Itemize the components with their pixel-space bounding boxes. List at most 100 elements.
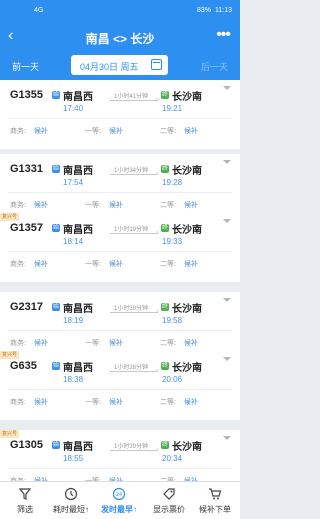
seat-availability: 候补 — [33, 128, 48, 135]
expand-icon[interactable] — [223, 219, 231, 223]
departure-station: 南昌西 — [63, 304, 93, 315]
end-station-icon: 终 — [161, 441, 169, 449]
seat-class-name: 二等: — [160, 128, 176, 135]
expand-icon[interactable] — [223, 298, 231, 302]
signal-indicator: 4G — [34, 7, 44, 14]
expand-icon[interactable] — [223, 357, 231, 361]
seat-class-name: 一等: — [85, 340, 101, 347]
departure-time: 18:38 — [63, 375, 84, 384]
tab-cart[interactable]: 候补下单 — [192, 482, 238, 519]
fuxing-tag: 复兴号 — [0, 430, 20, 438]
seat-class[interactable]: 商务: 候补 — [10, 397, 48, 407]
calendar-icon: 24 — [96, 487, 142, 501]
tab-calendar[interactable]: 24 发时最早↑ — [96, 482, 142, 519]
seat-class-name: 商务: — [10, 340, 26, 347]
seat-class[interactable]: 一等: 候补 — [85, 126, 123, 136]
tab-filter[interactable]: 筛选 — [2, 482, 48, 519]
departure-time: 18:19 — [63, 316, 84, 325]
arrival-time: 19:28 — [162, 178, 183, 187]
seat-availability: 候补 — [33, 399, 48, 406]
seat-availability: 候补 — [183, 399, 198, 406]
seat-class-name: 一等: — [85, 261, 101, 268]
train-number: G1355 — [10, 89, 44, 101]
divider — [8, 389, 232, 390]
tab-price-tag[interactable]: 显示票价 — [146, 482, 192, 519]
seat-class[interactable]: 商务: 候补 — [10, 200, 48, 210]
seat-class[interactable]: 二等: 候补 — [160, 200, 198, 210]
start-station-icon: 始 — [52, 441, 60, 449]
seat-class[interactable]: 一等: 候补 — [85, 259, 123, 269]
travel-duration: 1小时28分钟 — [114, 365, 149, 371]
end-station-icon: 终 — [161, 91, 169, 99]
train-number: G1305 — [10, 439, 44, 451]
departure-time: 18:14 — [63, 237, 84, 246]
seat-availability: 候补 — [108, 202, 123, 209]
train-card[interactable]: 复兴号 G1357 始 南昌西 1小时19分钟 终 长沙南 18:14 19:33… — [0, 213, 240, 282]
end-station-icon: 终 — [161, 362, 169, 370]
seat-class[interactable]: 一等: 候补 — [85, 397, 123, 407]
seat-class[interactable]: 商务: 候补 — [10, 338, 48, 348]
start-station-icon: 始 — [52, 362, 60, 370]
next-day-button[interactable]: 后一天 — [201, 60, 228, 73]
departure-time: 17:40 — [63, 104, 84, 113]
arrival-time: 19:21 — [162, 104, 183, 113]
route-arrow-icon — [110, 100, 158, 101]
date-picker[interactable]: 04月30日 周五 — [71, 55, 168, 75]
travel-duration: 1小时19分钟 — [114, 227, 149, 233]
route-arrow-icon — [110, 233, 158, 234]
train-card[interactable]: G1355 始 南昌西 1小时41分钟 终 长沙南 17:40 19:21 商务… — [0, 80, 240, 149]
tab-label: 显示票价 — [153, 505, 185, 514]
arrival-time: 19:33 — [162, 237, 183, 246]
seat-class-name: 二等: — [160, 399, 176, 406]
end-station-icon: 终 — [161, 165, 169, 173]
seat-class[interactable]: 商务: 候补 — [10, 259, 48, 269]
arrival-time: 20:34 — [162, 454, 183, 463]
tab-clock[interactable]: 耗时最短↑ — [48, 482, 94, 519]
seat-availability: 候补 — [108, 128, 123, 135]
arrival-station: 长沙南 — [172, 442, 202, 453]
train-number: G635 — [10, 360, 37, 372]
arrival-station: 长沙南 — [172, 304, 202, 315]
date-label: 04月30日 周五 — [80, 62, 139, 72]
seat-availability: 候补 — [108, 340, 123, 347]
seat-class-name: 商务: — [10, 399, 26, 406]
seat-class[interactable]: 二等: 候补 — [160, 126, 198, 136]
fuxing-tag: 复兴号 — [0, 213, 20, 221]
divider — [8, 330, 232, 331]
travel-duration: 1小时41分钟 — [114, 94, 149, 100]
seat-availability: 候补 — [33, 261, 48, 268]
seat-availability: 候补 — [183, 202, 198, 209]
departure-station: 南昌西 — [63, 166, 93, 177]
start-station-icon: 始 — [52, 303, 60, 311]
fuxing-tag: 复兴号 — [0, 351, 20, 359]
seat-class[interactable]: 二等: 候补 — [160, 338, 198, 348]
more-icon[interactable]: ••• — [216, 26, 231, 44]
departure-station: 南昌西 — [63, 442, 93, 453]
departure-station: 南昌西 — [63, 225, 93, 236]
expand-icon[interactable] — [223, 86, 231, 90]
train-card[interactable]: 复兴号 G635 始 南昌西 1小时28分钟 终 长沙南 18:38 20:06 … — [0, 351, 240, 420]
departure-time: 18:55 — [63, 454, 84, 463]
seat-class[interactable]: 一等: 候补 — [85, 338, 123, 348]
start-station-icon: 始 — [52, 165, 60, 173]
prev-day-button[interactable]: 前一天 — [12, 60, 39, 73]
date-bar: 前一天 04月30日 周五 后一天 — [0, 50, 240, 80]
seat-availability: 候补 — [108, 261, 123, 268]
svg-text:24: 24 — [116, 492, 122, 498]
tab-label: 发时最早↑ — [101, 505, 137, 514]
expand-icon[interactable] — [223, 160, 231, 164]
bottom-toolbar: 筛选 耗时最短↑ 24 发时最早↑ 显示票价 候补下单 — [0, 481, 240, 519]
divider — [8, 468, 232, 469]
seat-class[interactable]: 一等: 候补 — [85, 200, 123, 210]
seat-class-name: 商务: — [10, 128, 26, 135]
arrival-time: 19:58 — [162, 316, 183, 325]
seat-class[interactable]: 二等: 候补 — [160, 259, 198, 269]
seat-class[interactable]: 二等: 候补 — [160, 397, 198, 407]
seat-class-name: 一等: — [85, 128, 101, 135]
route-arrow-icon — [110, 450, 158, 451]
tab-label: 候补下单 — [199, 505, 231, 514]
seat-class[interactable]: 商务: 候补 — [10, 126, 48, 136]
seat-availability: 候补 — [33, 340, 48, 347]
seat-availability: 候补 — [183, 128, 198, 135]
expand-icon[interactable] — [223, 436, 231, 440]
